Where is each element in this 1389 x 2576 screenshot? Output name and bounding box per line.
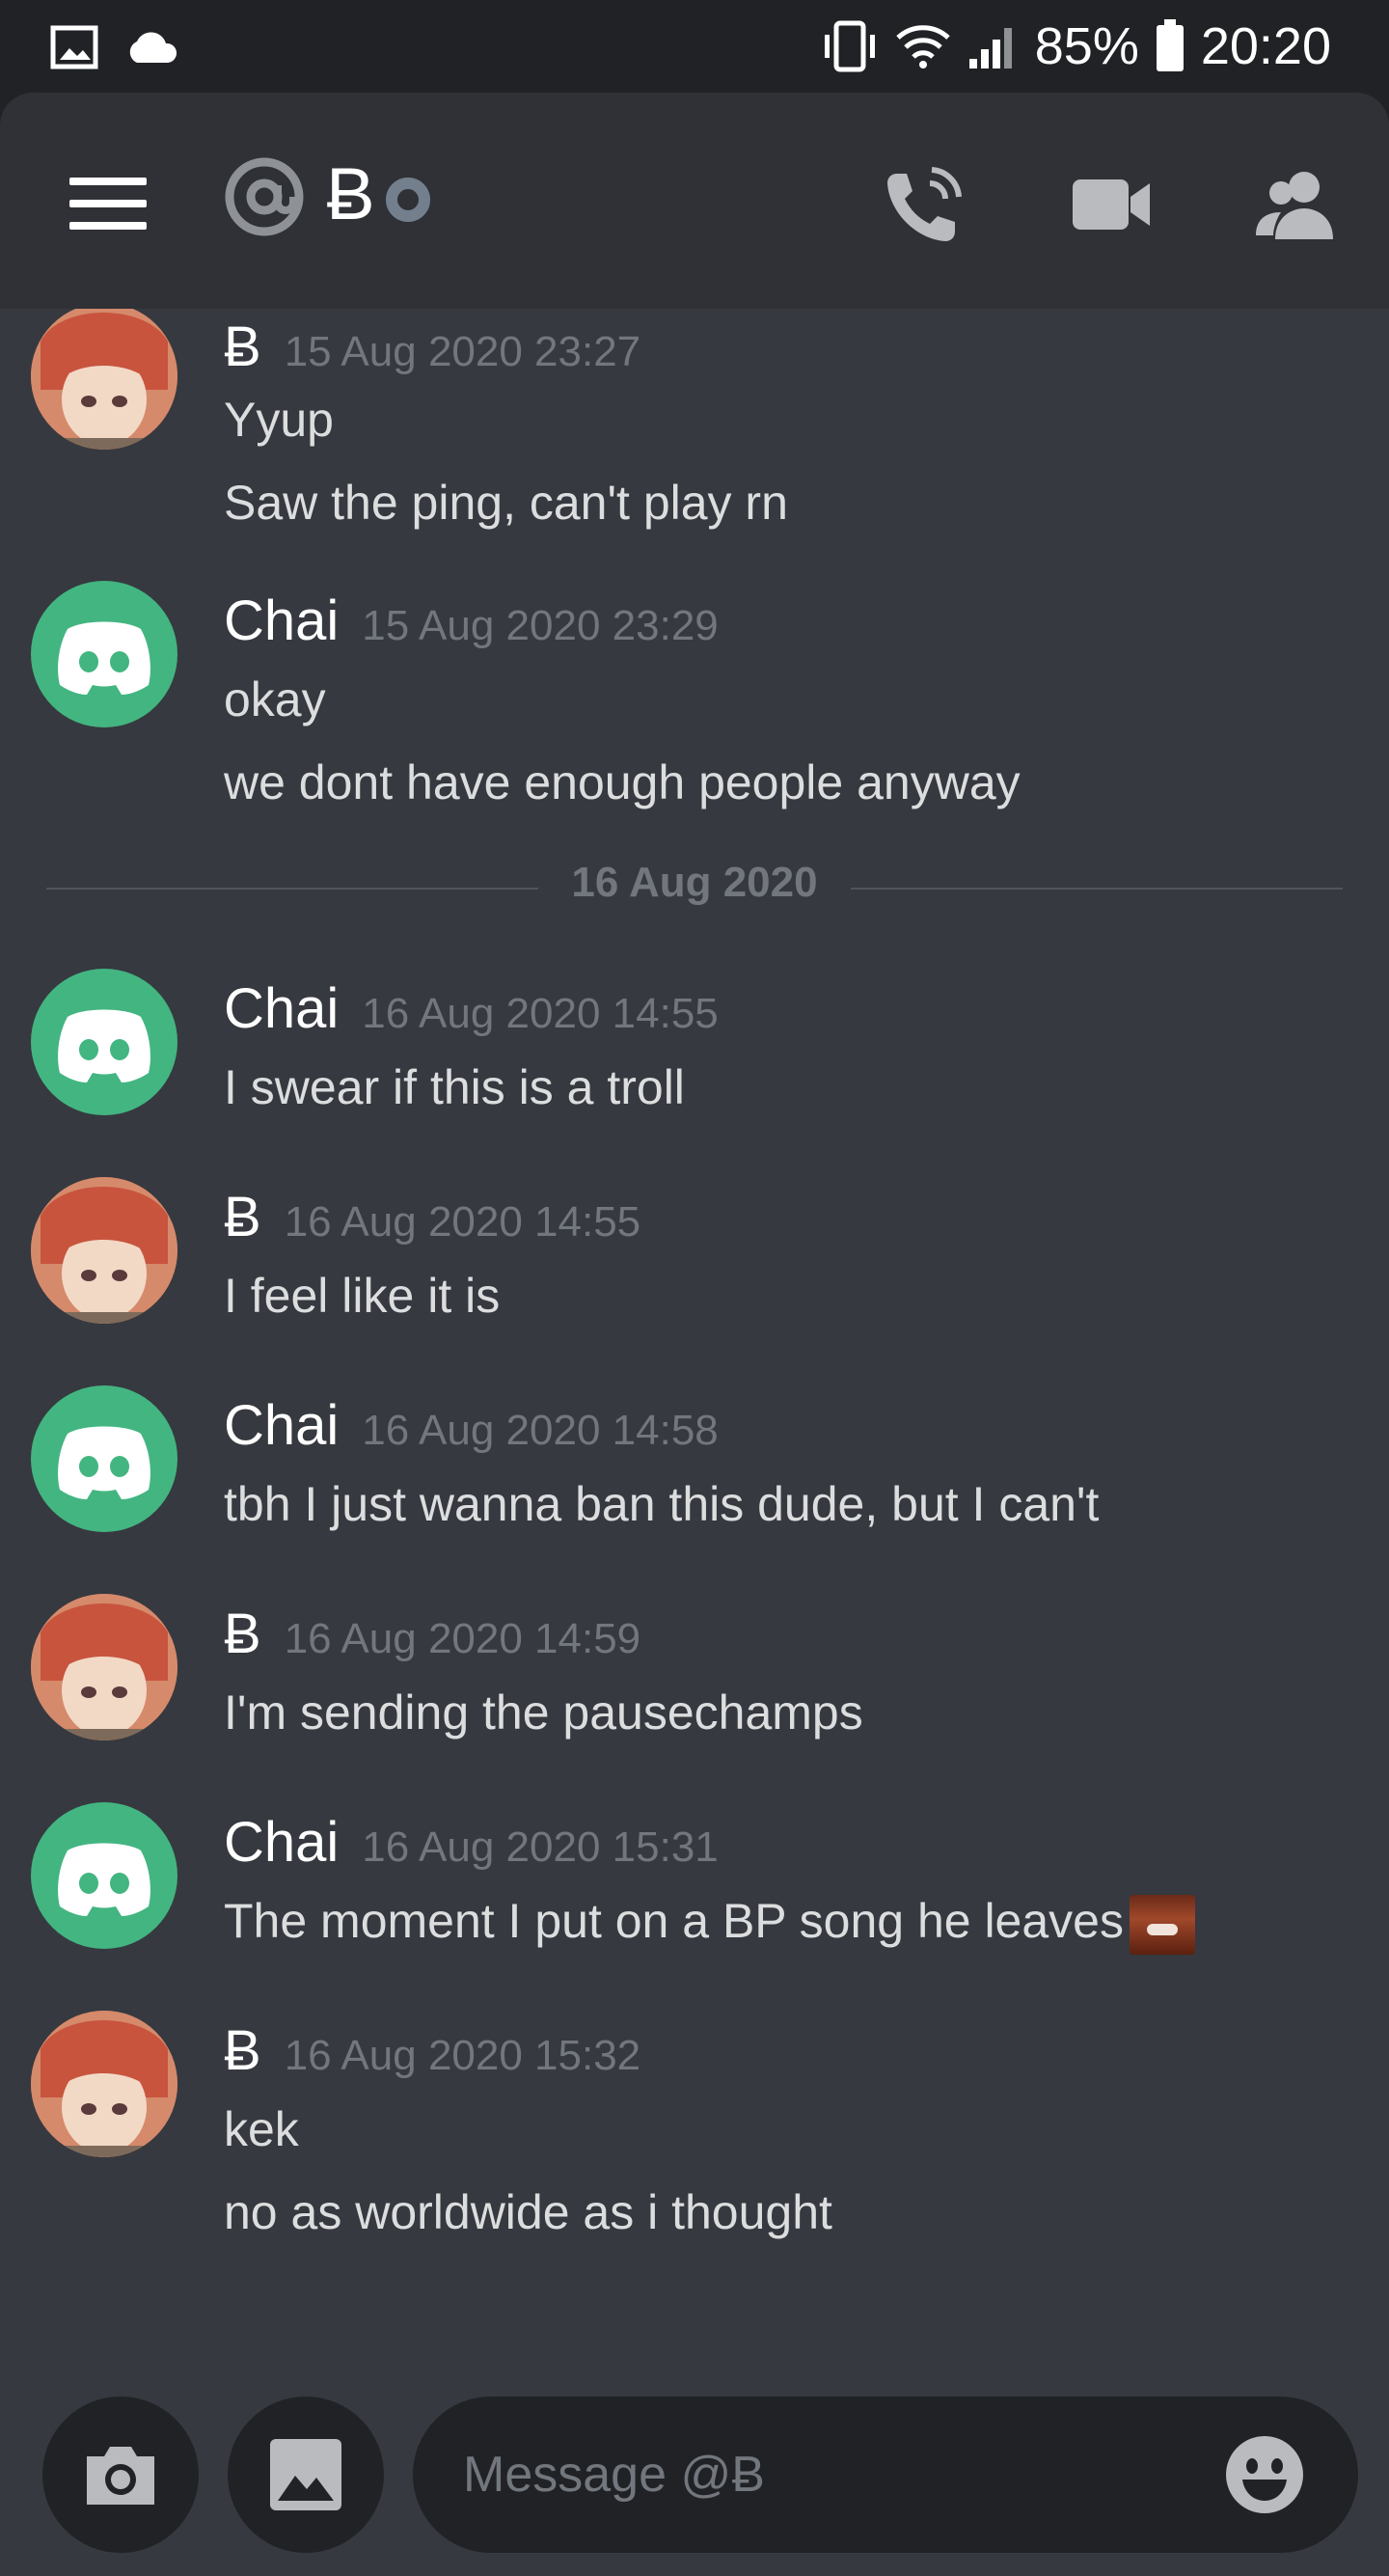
timestamp: 16 Aug 2020 14:55	[284, 1198, 641, 1246]
timestamp: 16 Aug 2020 14:59	[284, 1615, 641, 1662]
emoji-icon[interactable]	[1223, 2433, 1306, 2516]
message-text: I'm sending the pausechamps	[224, 1685, 863, 1740]
message-text: tbh I just wanna ban this dude, but I ca…	[224, 1477, 1100, 1531]
vibrate-icon	[824, 20, 875, 72]
call-icon[interactable]	[884, 164, 965, 245]
timestamp: 16 Aug 2020 14:58	[362, 1407, 719, 1454]
camera-icon	[87, 2447, 154, 2505]
message-composer	[0, 2383, 1389, 2576]
timestamp: 16 Aug 2020 15:32	[284, 2032, 641, 2079]
app-bar: Ƀ	[0, 93, 1389, 309]
status-offline-icon	[386, 178, 430, 222]
avatar[interactable]	[31, 309, 177, 450]
avatar[interactable]	[31, 1177, 177, 1324]
message-text: no as worldwide as i thought	[224, 2185, 832, 2239]
author-name[interactable]: Ƀ	[224, 2018, 261, 2083]
avatar[interactable]	[31, 581, 177, 727]
camera-button[interactable]	[42, 2397, 199, 2553]
author-name[interactable]: Chai	[224, 1810, 339, 1875]
channel-title: Ƀ	[326, 153, 375, 235]
battery-percent: 85%	[1034, 17, 1139, 75]
message-text: okay	[224, 672, 326, 726]
message-text: I feel like it is	[224, 1269, 501, 1323]
message-text: The moment I put on a BP song he leaves	[224, 1893, 1195, 1955]
timestamp: 15 Aug 2020 23:29	[362, 602, 719, 649]
message-text: we dont have enough people anyway	[224, 755, 1021, 809]
cloud-icon	[129, 32, 177, 63]
message-text: I swear if this is a troll	[224, 1060, 685, 1114]
message-text: kek	[224, 2102, 299, 2156]
timestamp: 16 Aug 2020 15:31	[362, 1823, 719, 1871]
message-text-content: The moment I put on a BP song he leaves	[224, 1894, 1124, 1948]
author-name[interactable]: Chai	[224, 589, 339, 653]
author-name[interactable]: Ƀ	[224, 315, 261, 379]
members-icon[interactable]	[1254, 164, 1335, 245]
timestamp: 16 Aug 2020 14:55	[362, 990, 719, 1037]
image-icon	[50, 25, 98, 69]
wifi-icon	[896, 25, 950, 69]
avatar[interactable]	[31, 1594, 177, 1740]
at-icon	[225, 157, 304, 236]
gallery-icon	[270, 2439, 341, 2510]
menu-icon[interactable]	[69, 178, 147, 232]
avatar[interactable]	[31, 1802, 177, 1949]
gallery-button[interactable]	[228, 2397, 384, 2553]
clock: 20:20	[1200, 17, 1331, 75]
laughing-emote-icon[interactable]	[1129, 1894, 1195, 1955]
message-input[interactable]	[413, 2397, 1358, 2553]
status-bar: 85% 20:20	[0, 0, 1389, 93]
date-divider: 16 Aug 2020	[46, 859, 1343, 917]
author-name[interactable]: Ƀ	[224, 1602, 261, 1666]
author-name[interactable]: Ƀ	[224, 1185, 261, 1249]
video-icon[interactable]	[1071, 164, 1152, 245]
battery-icon	[1156, 19, 1184, 71]
timestamp: 15 Aug 2020 23:27	[284, 328, 641, 375]
avatar[interactable]	[31, 2011, 177, 2157]
message-list[interactable]: Ƀ 15 Aug 2020 23:27 Yyup Saw the ping, c…	[0, 309, 1389, 2383]
avatar[interactable]	[31, 969, 177, 1115]
author-name[interactable]: Chai	[224, 1393, 339, 1458]
author-name[interactable]: Chai	[224, 976, 339, 1041]
avatar[interactable]	[31, 1385, 177, 1532]
message-text: Saw the ping, can't play rn	[224, 476, 788, 530]
signal-icon	[968, 28, 1012, 69]
message-text: Yyup	[224, 393, 334, 447]
date-divider-label: 16 Aug 2020	[571, 859, 818, 906]
